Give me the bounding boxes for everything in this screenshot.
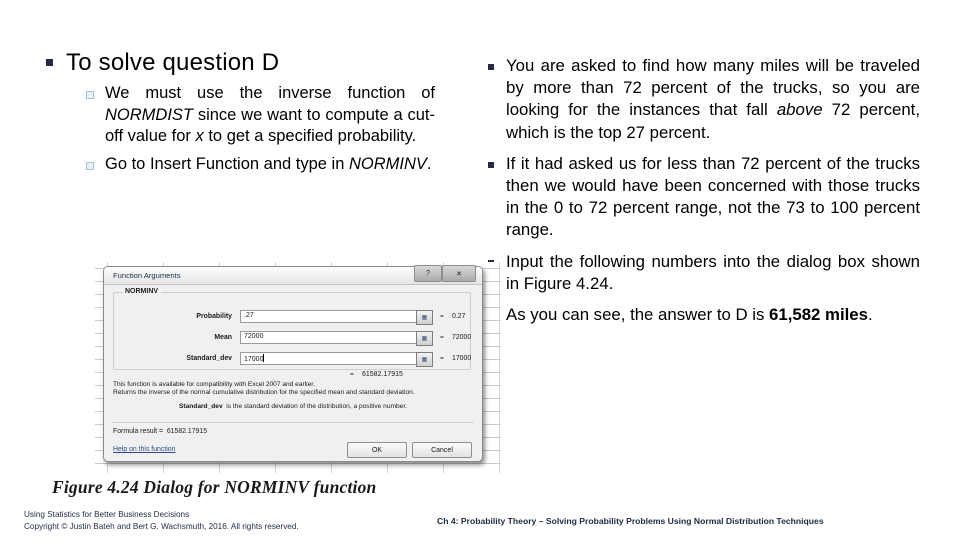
argument-row-probability: Probability .27 ▦ = 0.27 [114,310,470,325]
right-content-column: You are asked to find how many miles wil… [488,55,920,335]
left-sub-bullet-1-text: We must use the inverse function of NORM… [105,84,435,145]
standard-dev-result: 17000 [452,355,472,362]
left-content-column: To solve question D We must use the inve… [46,48,486,179]
range-selector-icon[interactable]: ▦ [416,331,433,346]
help-on-this-function-link[interactable]: Help on this function [113,446,175,453]
right-bullet-4: As you can see, the answer to D is 61,58… [488,304,920,326]
footer-chapter-title: Ch 4: Probability Theory – Solving Proba… [437,516,824,526]
dialog-title: Function Arguments [113,271,181,280]
left-heading-bullet: To solve question D [46,48,486,77]
mean-label: Mean [214,334,232,341]
right-bullet-2: If it had asked us for less than 72 perc… [488,153,920,242]
range-selector-icon[interactable]: ▦ [416,352,433,367]
footer-left: Using Statistics for Better Business Dec… [24,509,299,532]
argument-help-text: Standard_dev is the standard deviation o… [113,403,473,410]
gridline-row [95,463,501,464]
range-selector-icon[interactable]: ▦ [416,310,433,325]
dialog-divider [112,422,474,423]
figure-caption: Figure 4.24 Dialog for NORMINV function [52,477,377,497]
bullet-square-icon [488,64,494,70]
left-heading-text: To solve question D [66,49,280,76]
slide: To solve question D We must use the inve… [0,0,960,540]
footer-copyright: Copyright © Justin Bateh and Bert G. Wac… [24,521,299,531]
argument-row-standard-dev: Standard_dev 17000 ▦ = 17000 [114,352,472,367]
probability-equals: = [440,313,444,320]
standard-dev-equals: = [440,355,444,362]
standard-dev-input[interactable]: 17000 [240,352,432,365]
bullet-hollow-square-icon [86,91,94,99]
bullet-hollow-square-icon [86,161,94,170]
formula-result-label: Formula result = [113,428,163,435]
mean-equals: = [440,334,444,341]
right-bullet-3: Input the following numbers into the dia… [488,251,920,295]
overall-result-value: 61582.17915 [362,371,403,378]
function-name-label: NORMINV [122,288,162,295]
standard-dev-value: 17000 [244,356,264,363]
bullet-square-icon [488,161,494,168]
right-bullet-3-text: Input the following numbers into the dia… [506,251,920,293]
bullet-square-icon [46,59,53,66]
dialog-title-bar: Function Arguments ? ✕ [104,265,482,285]
formula-result-row: Formula result = 61582.17915 [113,428,207,435]
ok-button[interactable]: OK [347,442,407,458]
function-argument-group: NORMINV Probability .27 ▦ = 0.27 Mean 72… [113,288,472,370]
function-arguments-dialog: Function Arguments ? ✕ NORMINV Probabili… [103,265,483,462]
text-caret [263,354,265,362]
left-sub-bullet-1: We must use the inverse function of NORM… [86,83,486,148]
standard-dev-label: Standard_dev [186,355,232,362]
probability-label: Probability [196,313,232,320]
dialog-description-line-1: This function is available for compatibi… [113,381,315,388]
right-bullet-1-text: You are asked to find how many miles wil… [506,56,920,142]
gridline-column [499,262,500,473]
cancel-button[interactable]: Cancel [412,442,472,458]
argument-help-name: Standard_dev [179,403,223,410]
argument-row-mean: Mean 72000 ▦ = 72000 [114,331,472,346]
left-sub-bullet-2-text: Go to Insert Function and type in NORMIN… [105,154,432,173]
right-bullet-2-text: If it had asked us for less than 72 perc… [506,153,920,240]
probability-result: 0.27 [452,313,466,320]
formula-result-value: 61582.17915 [166,428,208,435]
mean-input[interactable]: 72000 [240,331,432,344]
mean-result: 72000 [452,334,472,341]
argument-help-description: is the standard deviation of the distrib… [226,403,407,410]
right-bullet-4-text: As you can see, the answer to D is 61,58… [506,305,873,325]
left-sub-bullet-2: Go to Insert Function and type in NORMIN… [86,154,486,176]
probability-input[interactable]: .27 [240,310,432,323]
footer-book-title: Using Statistics for Better Business Dec… [24,510,190,519]
overall-result-equals: = [350,371,354,378]
close-x-icon[interactable]: ✕ [442,265,476,282]
dialog-description-line-2: Returns the inverse of the normal cumula… [113,389,415,396]
help-question-icon[interactable]: ? [414,265,442,282]
excel-screenshot-image: Function Arguments ? ✕ NORMINV Probabili… [95,262,501,473]
right-bullet-1: You are asked to find how many miles wil… [488,55,920,144]
